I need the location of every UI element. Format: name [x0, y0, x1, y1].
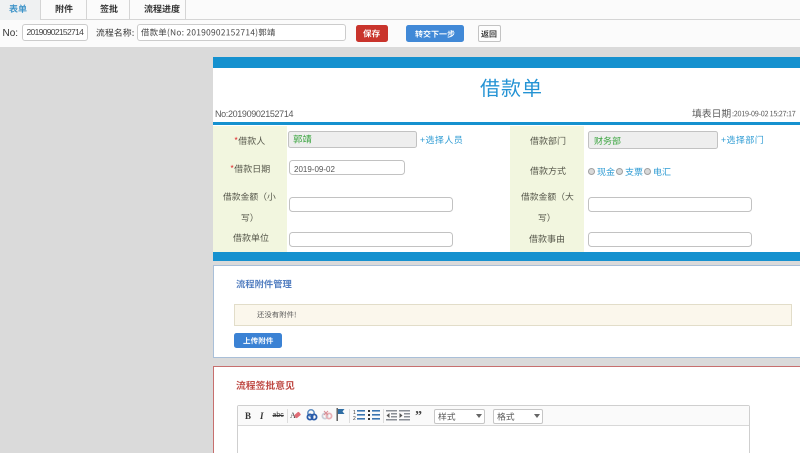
svg-text:2: 2 [353, 416, 356, 421]
